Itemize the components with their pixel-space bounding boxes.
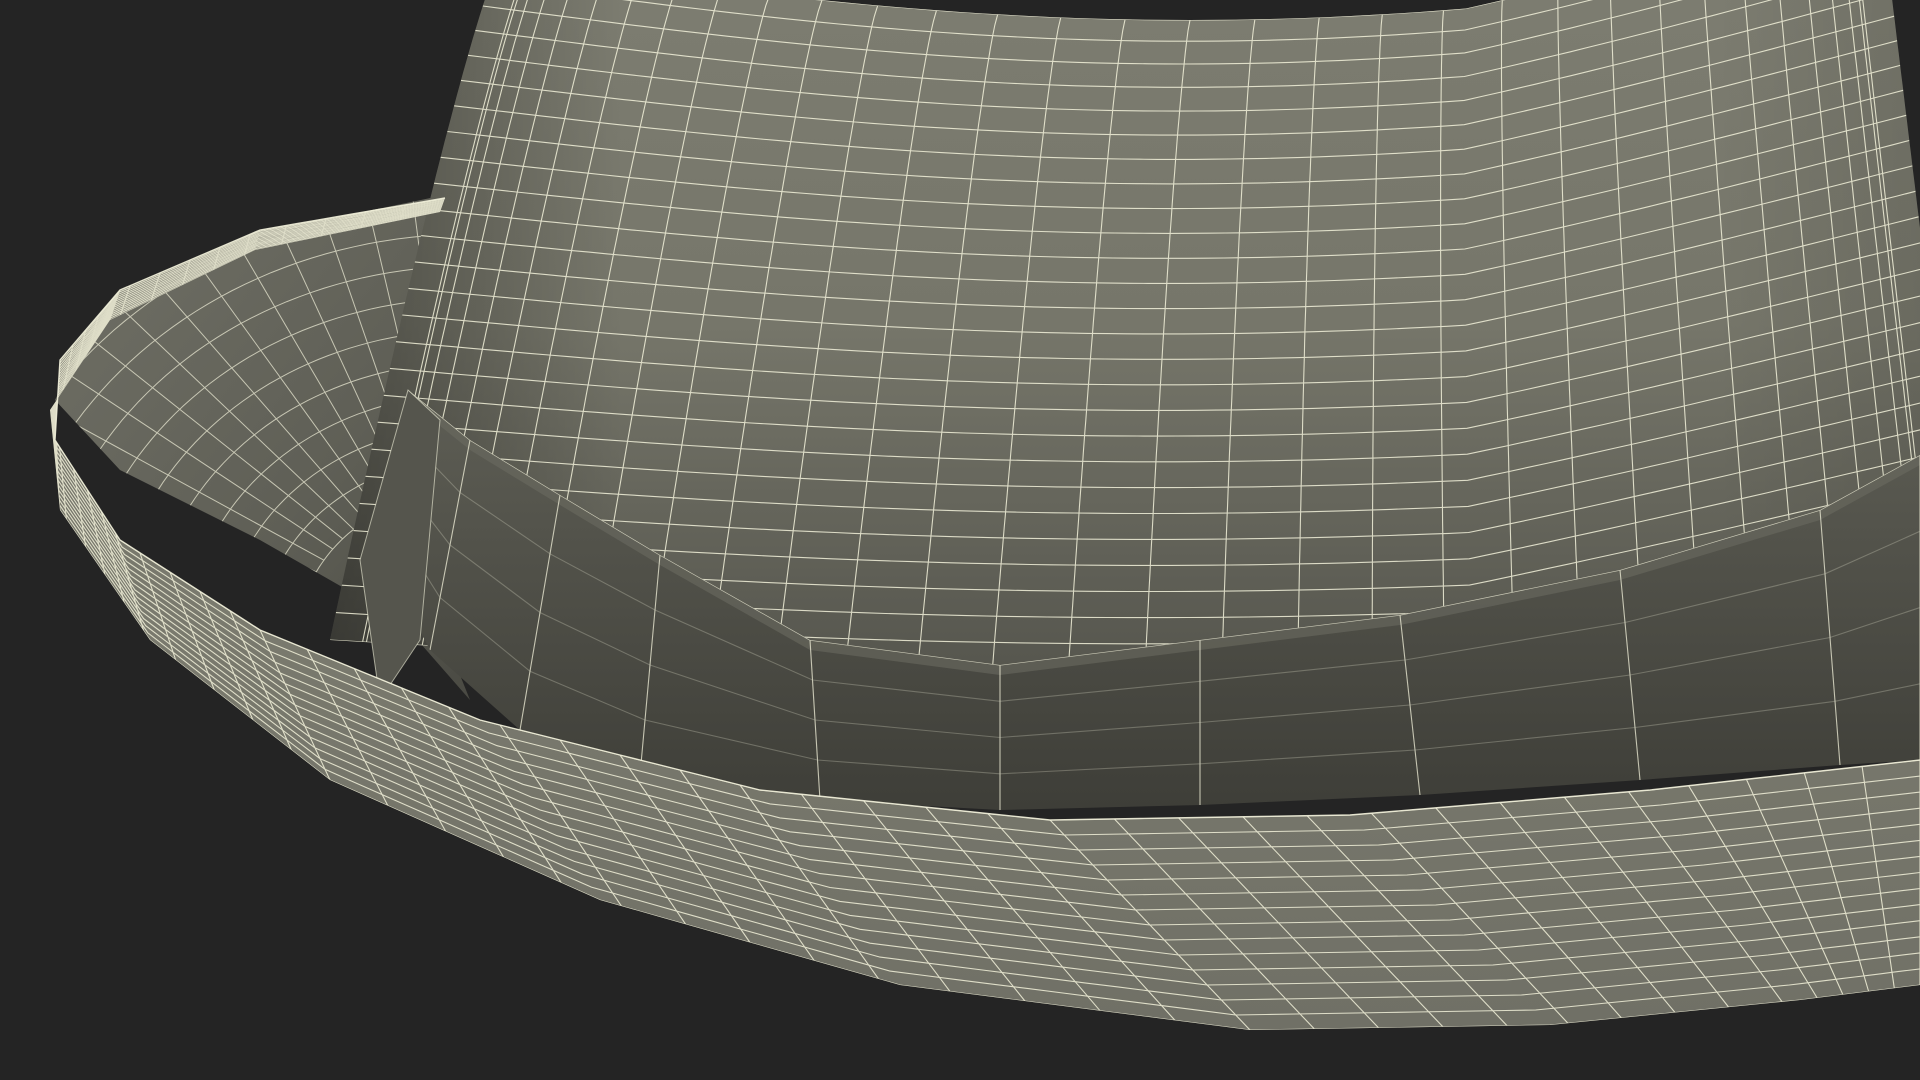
hat-wireframe-render — [50, 0, 1920, 1030]
